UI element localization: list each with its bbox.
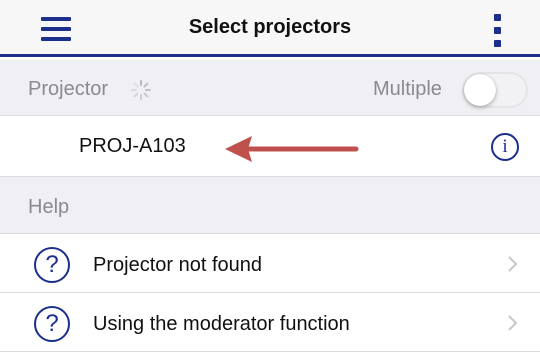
projector-section-label: Projector: [28, 78, 109, 100]
help-item-moderator-function[interactable]: ? Using the moderator function: [0, 294, 540, 352]
chevron-right-icon: [508, 315, 518, 331]
more-dot: [494, 14, 501, 21]
projector-section-header: Projector Multiple: [0, 60, 540, 116]
help-item-label: Projector not found: [93, 254, 262, 276]
help-item-projector-not-found[interactable]: ? Projector not found: [0, 235, 540, 293]
loading-spinner-icon: [131, 80, 151, 100]
multiple-label: Multiple: [373, 78, 442, 100]
projector-name: PROJ-A103: [79, 135, 186, 157]
help-section-header: Help: [0, 176, 540, 234]
page-title: Select projectors: [188, 16, 352, 38]
toggle-knob: [464, 74, 496, 106]
multiple-toggle[interactable]: [462, 72, 528, 108]
help-section-label: Help: [28, 196, 70, 218]
chevron-right-icon: [508, 256, 518, 272]
help-item-label: Using the moderator function: [93, 313, 350, 335]
red-arrow-icon: [225, 136, 359, 162]
question-icon: ?: [34, 247, 70, 283]
info-icon[interactable]: i: [491, 133, 519, 161]
more-dot: [494, 27, 501, 34]
vertical-more-icon[interactable]: [484, 12, 512, 48]
more-dot: [494, 40, 501, 47]
question-icon: ?: [34, 306, 70, 342]
nav-bar: Select projectors: [0, 0, 540, 57]
